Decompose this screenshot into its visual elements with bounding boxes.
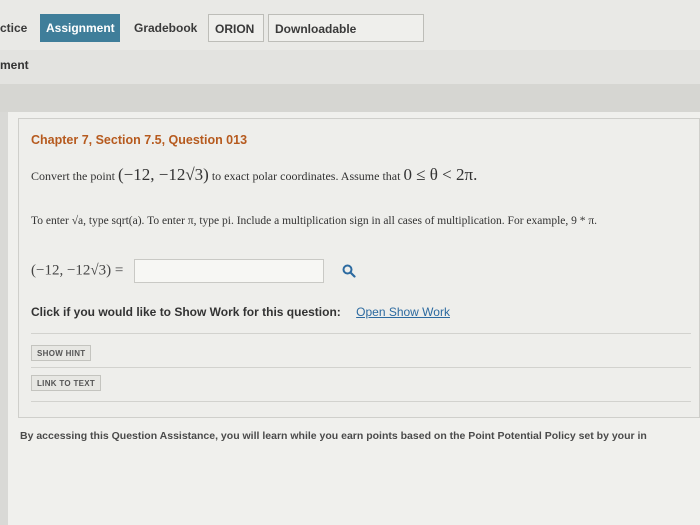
show-work-label: Click if you would like to Show Work for… bbox=[31, 305, 341, 319]
angle-condition: 0 ≤ θ < 2π. bbox=[403, 165, 478, 184]
divider bbox=[31, 333, 691, 334]
question-panel: Chapter 7, Section 7.5, Question 013 Con… bbox=[8, 112, 700, 525]
divider bbox=[31, 367, 691, 368]
divider bbox=[31, 401, 691, 402]
tab-gradebook[interactable]: Gradebook bbox=[128, 14, 203, 42]
link-to-text-button[interactable]: LINK TO TEXT bbox=[31, 375, 102, 391]
tab-assignment[interactable]: Assignment bbox=[40, 14, 120, 42]
header-divider-band bbox=[0, 84, 700, 112]
question-card: Chapter 7, Section 7.5, Question 013 Con… bbox=[18, 118, 700, 418]
show-work-row: Click if you would like to Show Work for… bbox=[31, 305, 450, 319]
top-tab-bar: ctice Assignment Gradebook ORION Downloa… bbox=[0, 0, 700, 64]
tab-practice[interactable]: ctice bbox=[0, 14, 33, 42]
question-title: Chapter 7, Section 7.5, Question 013 bbox=[31, 133, 248, 147]
assignment-header: ment bbox=[0, 50, 700, 84]
search-icon[interactable] bbox=[342, 264, 356, 278]
point-expression: (−12, −12√3) bbox=[118, 165, 209, 184]
answer-row: (−12, −12√3) = bbox=[31, 259, 356, 285]
input-instructions: To enter √a, type sqrt(a). To enter π, t… bbox=[31, 215, 598, 227]
show-hint-button[interactable]: SHOW HINT bbox=[31, 345, 92, 361]
tab-downloadable-etextbook[interactable]: Downloadable eTextbook bbox=[268, 14, 424, 64]
prompt-post: to exact polar coordinates. Assume that bbox=[211, 169, 401, 183]
answer-label: (−12, −12√3) = bbox=[31, 262, 124, 279]
open-show-work-link[interactable]: Open Show Work bbox=[356, 305, 450, 319]
breadcrumb: ment bbox=[0, 58, 29, 72]
footer-notice: By accessing this Question Assistance, y… bbox=[20, 430, 647, 442]
answer-input[interactable] bbox=[133, 259, 324, 283]
tab-orion[interactable]: ORION bbox=[208, 14, 264, 42]
prompt-pre: Convert the point bbox=[31, 169, 115, 183]
question-prompt: Convert the point (−12, −12√3) to exact … bbox=[31, 165, 477, 185]
